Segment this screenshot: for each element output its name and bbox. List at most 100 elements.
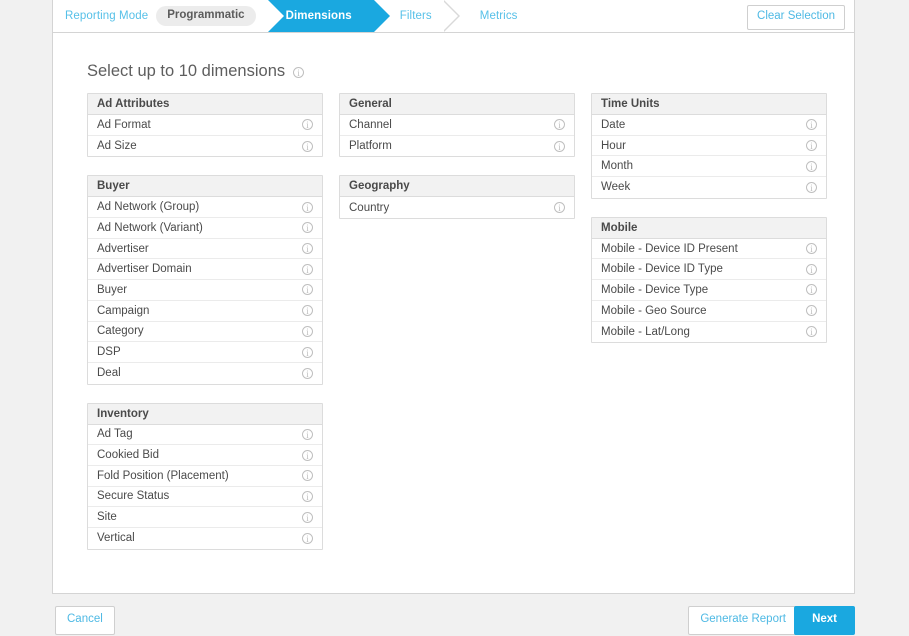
wizard-step-filters[interactable]: Filters bbox=[382, 0, 444, 32]
dimension-row[interactable]: Verticali bbox=[88, 528, 322, 549]
dimension-label: DSP bbox=[97, 346, 121, 358]
dimension-label: Secure Status bbox=[97, 490, 169, 502]
dimension-row[interactable]: Platformi bbox=[340, 136, 574, 157]
dimension-row[interactable]: Mobile - Geo Source i bbox=[592, 301, 826, 322]
dimension-row[interactable]: Cookied Bid i bbox=[88, 445, 322, 466]
dimension-label: Ad Tag bbox=[97, 428, 133, 440]
generate-report-button[interactable]: Generate Report bbox=[688, 606, 798, 635]
dimension-label: Site bbox=[97, 511, 117, 523]
info-icon[interactable]: i bbox=[302, 141, 313, 152]
info-icon[interactable]: i bbox=[302, 202, 313, 213]
info-icon[interactable]: i bbox=[302, 284, 313, 295]
dimension-row[interactable]: DSP i bbox=[88, 342, 322, 363]
info-icon[interactable]: i bbox=[806, 305, 817, 316]
dimension-group-title: General bbox=[340, 94, 574, 115]
info-icon[interactable]: i bbox=[806, 326, 817, 337]
next-button[interactable]: Next bbox=[794, 606, 855, 635]
info-icon[interactable]: i bbox=[302, 512, 313, 523]
dimensions-card: Select up to 10 dimensions i Ad Attribut… bbox=[52, 33, 855, 594]
dimension-group-general: GeneralChanneliPlatformi bbox=[339, 93, 575, 157]
dimension-columns: Ad AttributesAd FormatiAd SizeiBuyerAd N… bbox=[87, 93, 827, 568]
dimension-group-geography: GeographyCountryi bbox=[339, 175, 575, 219]
dimension-row[interactable]: Country i bbox=[340, 197, 574, 218]
dimension-row[interactable]: Channel i bbox=[340, 115, 574, 136]
info-icon[interactable]: i bbox=[806, 140, 817, 151]
info-icon[interactable]: i bbox=[806, 161, 817, 172]
info-icon[interactable]: i bbox=[302, 326, 313, 337]
info-icon[interactable]: i bbox=[302, 429, 313, 440]
dimension-row[interactable]: Categoryi bbox=[88, 322, 322, 343]
dimension-row[interactable]: Mobile - Device Type i bbox=[592, 280, 826, 301]
info-icon[interactable]: i bbox=[302, 243, 313, 254]
reporting-mode-badge: Programmatic bbox=[156, 6, 255, 27]
dimension-label: Fold Position (Placement) bbox=[97, 470, 229, 482]
dimension-group-title: Ad Attributes bbox=[88, 94, 322, 115]
wizard-step-label: Filters bbox=[400, 10, 432, 22]
wizard-step-label: Dimensions bbox=[286, 10, 352, 22]
dimension-row[interactable]: Advertiseri bbox=[88, 239, 322, 260]
dimension-label: Hour bbox=[601, 140, 626, 152]
dimension-column: Time UnitsDateiHouriMonthiWeekiMobileMob… bbox=[591, 93, 827, 361]
dimension-label: Month bbox=[601, 160, 633, 172]
dimension-row[interactable]: Site i bbox=[88, 507, 322, 528]
dimension-row[interactable]: Campaign i bbox=[88, 301, 322, 322]
dimension-row[interactable]: Ad Network (Group) i bbox=[88, 197, 322, 218]
dimension-row[interactable]: Mobile - Device ID Presenti bbox=[592, 239, 826, 260]
dimension-row[interactable]: Ad Size i bbox=[88, 136, 322, 157]
dimension-group-title: Time Units bbox=[592, 94, 826, 115]
info-icon[interactable]: i bbox=[302, 368, 313, 379]
info-icon[interactable]: i bbox=[554, 141, 565, 152]
wizard-step-reporting-mode[interactable]: Reporting ModeProgrammatic bbox=[53, 0, 268, 32]
dimension-row[interactable]: Month i bbox=[592, 156, 826, 177]
info-icon[interactable]: i bbox=[806, 243, 817, 254]
info-icon[interactable]: i bbox=[554, 119, 565, 130]
dimension-row[interactable]: Ad Formati bbox=[88, 115, 322, 136]
dimension-label: Buyer bbox=[97, 284, 127, 296]
info-icon[interactable]: i bbox=[293, 67, 304, 78]
dimension-row[interactable]: Advertiser Domaini bbox=[88, 259, 322, 280]
dimension-row[interactable]: Hour i bbox=[592, 136, 826, 157]
dimension-label: Ad Size bbox=[97, 140, 137, 152]
wizard-step-metrics[interactable]: Metrics bbox=[462, 0, 530, 32]
info-icon[interactable]: i bbox=[302, 470, 313, 481]
info-icon[interactable]: i bbox=[302, 305, 313, 316]
info-icon[interactable]: i bbox=[302, 491, 313, 502]
cancel-button[interactable]: Cancel bbox=[55, 606, 115, 635]
wizard-step-dimensions[interactable]: Dimensions bbox=[268, 0, 374, 32]
info-icon[interactable]: i bbox=[806, 284, 817, 295]
info-icon[interactable]: i bbox=[302, 264, 313, 275]
dimension-row[interactable]: Mobile - Lat/Longi bbox=[592, 322, 826, 343]
dimension-column: GeneralChanneliPlatformiGeographyCountry… bbox=[339, 93, 575, 237]
info-icon[interactable]: i bbox=[302, 347, 313, 358]
dimension-row[interactable]: Ad Network (Variant) i bbox=[88, 218, 322, 239]
dimension-label: Mobile - Device Type bbox=[601, 284, 708, 296]
dimension-label: Country bbox=[349, 202, 389, 214]
info-icon[interactable]: i bbox=[302, 450, 313, 461]
dimension-label: Cookied Bid bbox=[97, 449, 159, 461]
info-icon[interactable]: i bbox=[302, 119, 313, 130]
info-icon[interactable]: i bbox=[302, 533, 313, 544]
info-icon[interactable]: i bbox=[806, 182, 817, 193]
dimension-label: Ad Network (Variant) bbox=[97, 222, 203, 234]
dimension-label: Ad Network (Group) bbox=[97, 201, 199, 213]
clear-selection-button[interactable]: Clear Selection bbox=[747, 5, 845, 30]
dimension-group-time-units: Time UnitsDateiHouriMonthiWeeki bbox=[591, 93, 827, 199]
info-icon[interactable]: i bbox=[806, 119, 817, 130]
dimension-group-title: Buyer bbox=[88, 176, 322, 197]
dimension-row[interactable]: Fold Position (Placement) i bbox=[88, 466, 322, 487]
dimension-row[interactable]: Ad Tag i bbox=[88, 425, 322, 446]
dimension-group-title: Inventory bbox=[88, 404, 322, 425]
page-title: Select up to 10 dimensions bbox=[87, 62, 285, 81]
info-icon[interactable]: i bbox=[554, 202, 565, 213]
dimension-row[interactable]: Buyer i bbox=[88, 280, 322, 301]
info-icon[interactable]: i bbox=[302, 222, 313, 233]
dimension-row[interactable]: Weeki bbox=[592, 177, 826, 198]
dimension-row[interactable]: Deali bbox=[88, 363, 322, 384]
dimension-label: Campaign bbox=[97, 305, 149, 317]
dimension-row[interactable]: Mobile - Device ID Typei bbox=[592, 259, 826, 280]
dimension-label: Mobile - Geo Source bbox=[601, 305, 706, 317]
info-icon[interactable]: i bbox=[806, 264, 817, 275]
dimension-row[interactable]: Secure Status i bbox=[88, 487, 322, 508]
dimension-label: Channel bbox=[349, 119, 392, 131]
dimension-row[interactable]: Datei bbox=[592, 115, 826, 136]
